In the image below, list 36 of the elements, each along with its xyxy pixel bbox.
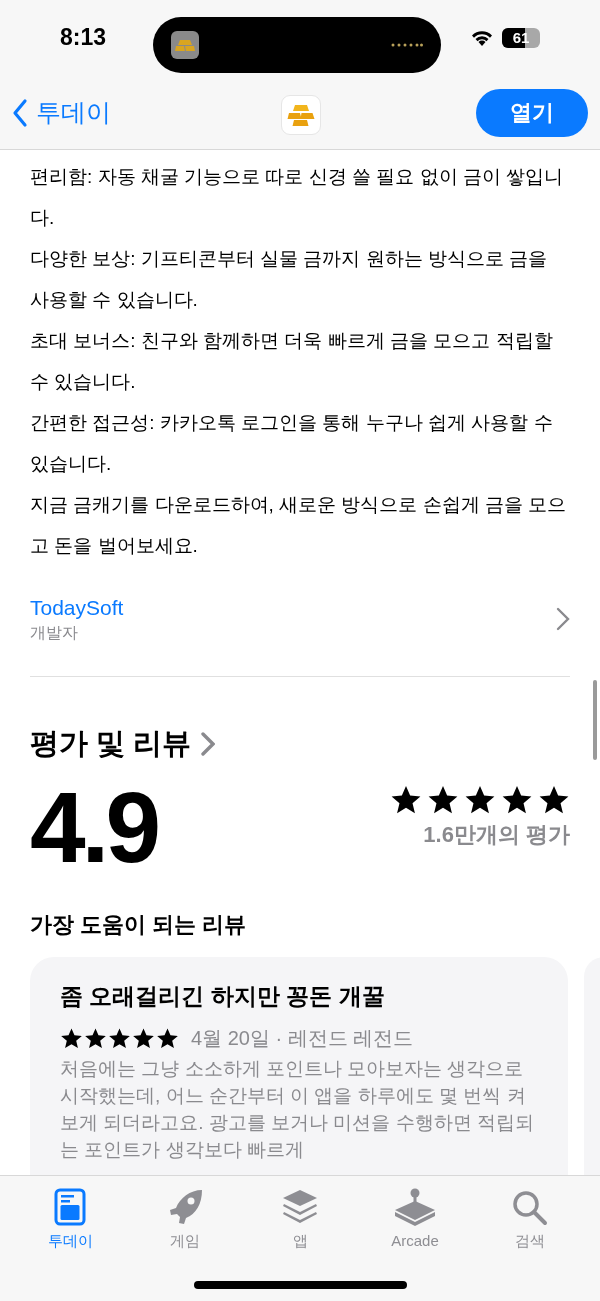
tab[interactable]: 투데이 xyxy=(20,1186,120,1253)
back-chevron-icon xyxy=(12,97,28,128)
description-paragraph: 편리함: 자동 채굴 기능으로 따로 신경 쓸 필요 없이 금이 쌓입니다. xyxy=(30,165,565,230)
developer-link[interactable]: TodaySoft xyxy=(30,594,124,622)
back-button[interactable]: 투데이 xyxy=(12,93,111,132)
app-icon xyxy=(281,95,321,135)
ingot-stack-icon xyxy=(171,31,199,59)
joystick-icon xyxy=(393,1186,437,1226)
star-icon xyxy=(132,1026,155,1050)
star-icon xyxy=(108,1026,131,1050)
chevron-icon xyxy=(556,607,570,631)
description-paragraph: 초대 보너스: 친구와 함께하면 더욱 빠르게 금을 모으고 적립할 수 있습니다. xyxy=(30,329,554,394)
dots-icon xyxy=(391,43,423,47)
description-paragraph: 간편한 접근성: 카카오톡 로그인을 통해 누구나 쉽게 사용할 수 있습니다. xyxy=(30,411,554,476)
chevron-icon xyxy=(201,731,216,756)
reviews-title: 가장 도움이 되는 리뷰 xyxy=(30,910,248,939)
star-icon xyxy=(156,1026,179,1050)
wifi-icon xyxy=(470,28,494,47)
open-button[interactable]: 열기 xyxy=(476,88,588,137)
developer-label: 개발자 xyxy=(30,623,79,643)
rating-count: 1.6만개의 평가 xyxy=(423,820,570,849)
review-title: 좀 오래걸리긴 하지만 꽁돈 개꿀 xyxy=(60,981,386,1011)
status-time: 8:13 xyxy=(60,23,108,53)
tab[interactable]: 게임 xyxy=(135,1186,235,1253)
tab[interactable]: 앱 xyxy=(250,1186,350,1253)
star-icon xyxy=(60,1026,83,1050)
tab[interactable]: 검색 xyxy=(480,1186,580,1253)
tab[interactable]: Arcade xyxy=(365,1186,465,1253)
review-body: 처음에는 그냥 소소하게 포인트나 모아보자는 생각으로 시작했는데, 어느 순간부터 이 앱을 하루에도 몇 번씩 켜보게 되더라고요. 광고를 보거나 미션을 수행하면 적립되는 포인트가 생각보다 빠르게 xyxy=(60,1057,535,1162)
review-meta: 4월 20일 · 레전드 레전드 xyxy=(191,1026,414,1051)
description-paragraph: 지금 금캐기를 다운로드하여, 새로운 방식으로 손쉽게 금을 모으고 돈을 벌어보세요. xyxy=(30,493,568,558)
rating-score: 4.9 xyxy=(30,771,157,882)
document-icon xyxy=(54,1186,86,1226)
description-paragraph: 다양한 보상: 기프티콘부터 실물 금까지 원하는 방식으로 금을 사용할 수 있습니다. xyxy=(30,247,549,312)
star-icon xyxy=(84,1026,107,1050)
ratings-header-link[interactable]: 평가 및 리뷰 xyxy=(30,722,216,766)
